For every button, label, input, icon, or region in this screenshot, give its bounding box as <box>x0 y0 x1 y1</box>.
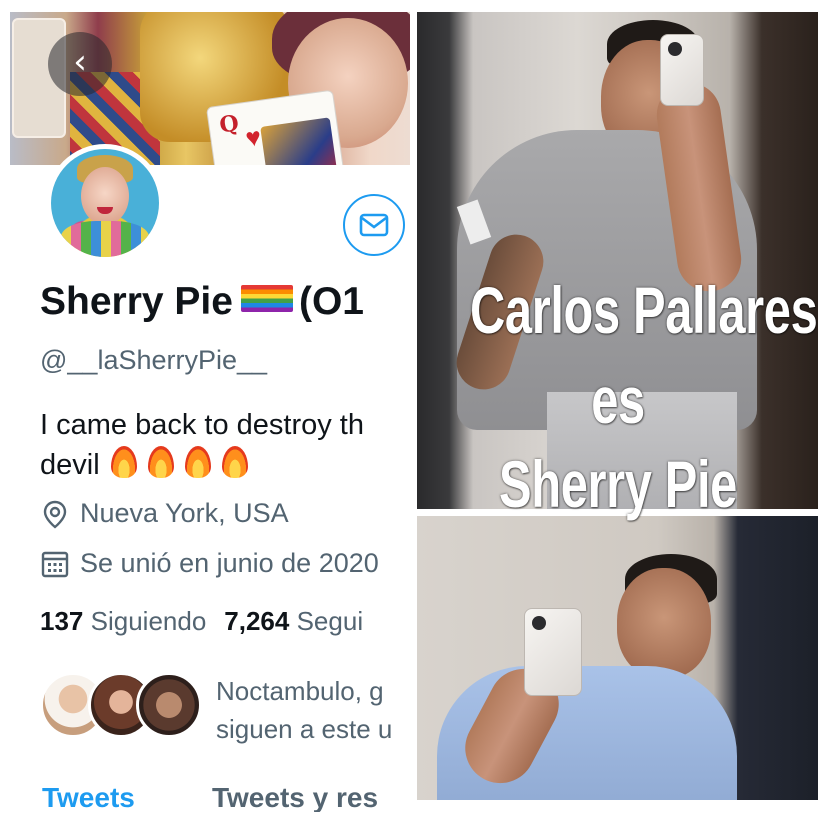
avatar-image <box>51 149 159 257</box>
location-pin-icon <box>43 500 67 529</box>
overlay-caption-line-3: Sherry Pie <box>499 447 737 521</box>
joined-text: Se unió en junio de 2020 <box>80 548 379 578</box>
chevron-left-icon: ‹ <box>73 42 87 82</box>
heart-suit-icon: ♥ <box>243 121 263 154</box>
followers-link[interactable]: 7,264 Segui <box>224 606 363 636</box>
message-button[interactable] <box>343 194 405 256</box>
tab-tweets-and-replies[interactable]: Tweets y res <box>212 782 378 812</box>
location-row: Nueva York, USA <box>40 498 289 529</box>
profile-bio: I came back to destroy th devil <box>40 405 410 485</box>
location-text: Nueva York, USA <box>80 498 289 528</box>
following-link[interactable]: 137 Siguiendo <box>40 606 206 636</box>
profile-banner: Q ♥ ‹ <box>10 12 410 165</box>
bio-line-2: devil <box>40 445 410 485</box>
fire-icon <box>147 446 174 478</box>
followers-label: Segui <box>296 606 364 636</box>
joined-row: Se unió en junio de 2020 <box>40 548 379 579</box>
display-name-suffix: (O1 <box>298 280 364 323</box>
avatar <box>136 672 202 738</box>
selfie-photo-bottom <box>417 516 818 800</box>
profile-handle: @__laSherryPie__ <box>40 345 268 375</box>
bio-line-1: I came back to destroy th <box>40 409 364 441</box>
avatar[interactable] <box>46 144 164 262</box>
followers-you-know-avatars[interactable] <box>40 672 202 738</box>
followed-by-line-1: Noctambulo, g <box>216 676 384 706</box>
fire-icon <box>184 446 211 478</box>
followers-count: 7,264 <box>224 606 290 636</box>
rainbow-flag-icon <box>240 285 293 312</box>
profile-screenshot: Q ♥ ‹ Sherry Pie (O1 @__laSherryPie__ I c… <box>10 12 410 812</box>
tab-tweets[interactable]: Tweets <box>42 782 135 812</box>
calendar-icon <box>41 551 69 577</box>
back-button[interactable]: ‹ <box>48 32 112 96</box>
fire-icon <box>110 446 137 478</box>
following-count: 137 <box>40 606 84 636</box>
following-label: Siguiendo <box>90 606 207 636</box>
followed-by-text[interactable]: Noctambulo, g siguen a este u <box>216 672 410 748</box>
profile-tabs: Tweets Tweets y res <box>10 776 410 812</box>
overlay-caption-line-1: Carlos Pallares <box>470 273 818 347</box>
queen-card-art <box>260 117 340 165</box>
bio-line-2-text: devil <box>40 449 100 481</box>
display-name-text: Sherry Pie <box>40 280 233 323</box>
overlay-caption-line-2: es <box>591 363 645 437</box>
display-name: Sherry Pie (O1 <box>40 280 364 324</box>
envelope-icon <box>359 213 389 237</box>
follow-stats: 137 Siguiendo 7,264 Segui <box>40 606 363 637</box>
followed-by-line-2: siguen a este u <box>216 714 393 744</box>
queen-letter: Q <box>217 110 241 139</box>
fire-icon <box>221 446 248 478</box>
